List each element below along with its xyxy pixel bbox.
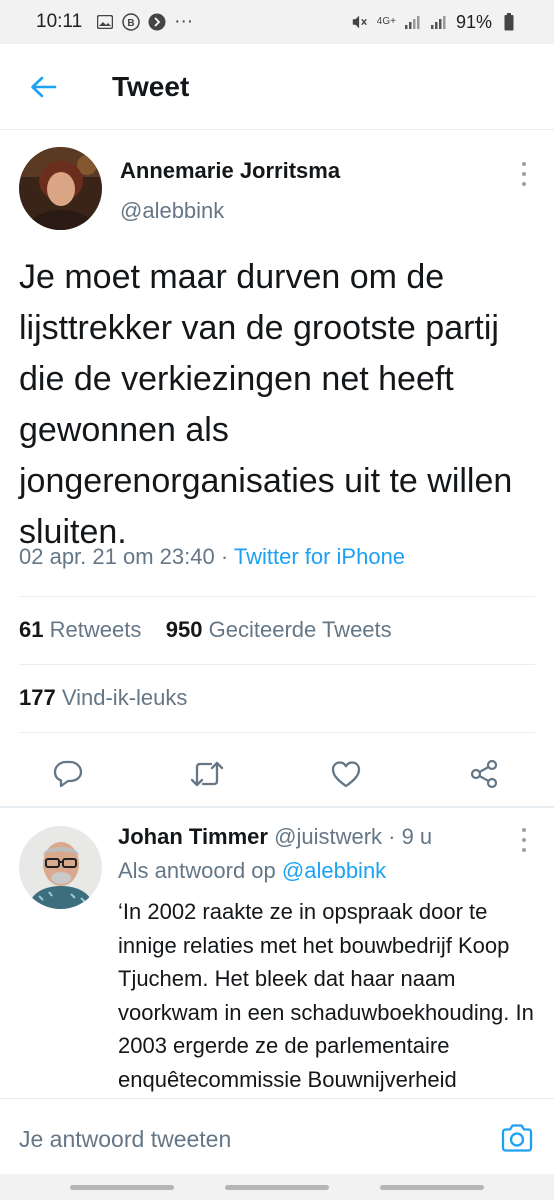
signal-icon: [404, 13, 422, 31]
author-name[interactable]: Annemarie Jorritsma: [120, 158, 340, 184]
divider: [19, 664, 535, 665]
notification-icons: B ···: [96, 11, 193, 33]
nav-back-pill[interactable]: [380, 1185, 484, 1190]
battery-percent: 91%: [455, 11, 492, 32]
nav-home-pill[interactable]: [225, 1185, 329, 1190]
mute-icon: [351, 13, 369, 31]
network-type: 4G+: [376, 16, 396, 27]
like-icon: [331, 761, 361, 788]
quotes-stat[interactable]: 950 Geciteerde Tweets: [166, 617, 392, 642]
tweet-timestamp: 02 apr. 21 om 23:40: [19, 544, 215, 569]
b-circle-icon: B: [122, 13, 140, 31]
reply-author-avatar[interactable]: [19, 826, 102, 909]
reply-prefix: Als antwoord op: [118, 858, 276, 883]
status-time: 10:11: [36, 11, 83, 32]
app-header: Tweet: [0, 44, 554, 130]
like-button[interactable]: [328, 756, 364, 792]
more-notifications: ···: [174, 11, 194, 32]
back-arrow-icon: [31, 76, 57, 97]
retweet-button[interactable]: [189, 756, 225, 792]
share-icon: [470, 759, 498, 789]
divider: [19, 732, 535, 733]
svg-text:B: B: [128, 18, 135, 29]
system-icons: 4G+ 91%: [351, 12, 518, 33]
retweet-icon: [190, 761, 224, 787]
quotes-count: 950: [165, 617, 203, 642]
share-button[interactable]: [466, 756, 502, 792]
tweet-author-row: Annemarie Jorritsma @alebbink: [0, 130, 554, 240]
reply-more-vertical-icon[interactable]: [520, 828, 528, 852]
status-bar: 10:11 B ··· 4G+ 91%: [0, 0, 554, 44]
more-vertical-icon[interactable]: [520, 162, 528, 186]
tweet-meta: 02 apr. 21 om 23:40 · Twitter for iPhone: [19, 544, 405, 570]
divider: [19, 596, 535, 597]
gallery-icon: [96, 13, 114, 31]
reply-author-handle[interactable]: @juistwerk: [274, 824, 382, 849]
app-circle-icon: [148, 13, 166, 31]
tweet-source-link[interactable]: Twitter for iPhone: [234, 544, 405, 569]
reply-icon: [53, 760, 83, 788]
reply-input[interactable]: Je antwoord tweeten: [19, 1126, 231, 1153]
retweets-count: 61: [19, 617, 44, 642]
system-nav-bar: [0, 1174, 554, 1200]
likes-label: Vind-ik-leuks: [61, 685, 188, 710]
reply-to-handle[interactable]: @alebbink: [282, 858, 386, 883]
main-tweet: Annemarie Jorritsma @alebbink Je moet ma…: [0, 130, 554, 789]
tweet-actions: [0, 742, 554, 806]
nav-recents-pill[interactable]: [70, 1185, 174, 1190]
back-button[interactable]: [18, 62, 68, 112]
battery-icon: [500, 13, 518, 31]
retweets-label: Retweets: [49, 617, 142, 642]
reply-text: ‘In 2002 raakte ze in opspraak door te i…: [118, 899, 534, 1092]
camera-button[interactable]: [500, 1123, 534, 1153]
tweet-text: Je moet maar durven om de lijsttrekker v…: [19, 258, 513, 551]
retweet-stats: 61 Retweets 950 Geciteerde Tweets: [19, 617, 392, 643]
reply-header: Johan Timmer @juistwerk · 9 u: [118, 824, 432, 850]
reply-author-name[interactable]: Johan Timmer: [118, 824, 268, 849]
reply-tweet[interactable]: Johan Timmer @juistwerk · 9 u Als antwoo…: [0, 808, 554, 1098]
likes-count: 177: [19, 685, 56, 710]
retweets-stat[interactable]: 61 Retweets: [19, 617, 141, 642]
author-handle[interactable]: @alebbink: [120, 198, 224, 224]
quotes-label: Geciteerde Tweets: [208, 617, 392, 642]
author-avatar[interactable]: [19, 147, 102, 230]
signal-icon-2: [430, 13, 448, 31]
page-title: Tweet: [112, 70, 190, 102]
reply-button[interactable]: [50, 756, 86, 792]
meta-separator: ·: [214, 544, 234, 569]
replying-to: Als antwoord op @alebbink: [118, 858, 386, 884]
reply-compose-bar: Je antwoord tweeten: [0, 1098, 554, 1174]
camera-icon: [501, 1124, 533, 1152]
reply-time: · 9 u: [388, 824, 433, 849]
likes-stat[interactable]: 177 Vind-ik-leuks: [19, 685, 187, 711]
